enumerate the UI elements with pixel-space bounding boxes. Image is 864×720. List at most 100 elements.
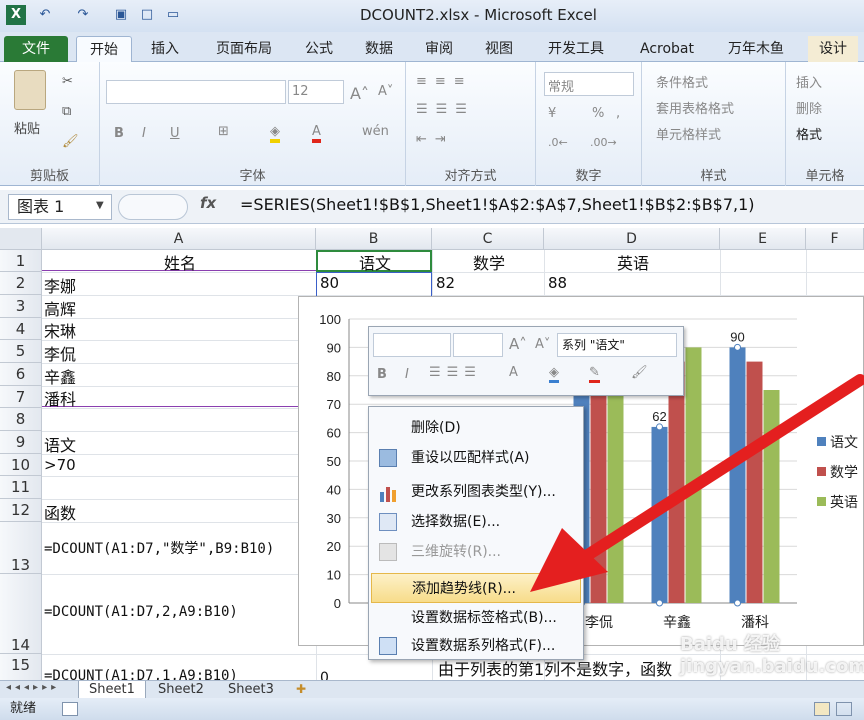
cell-a2[interactable]: 李娜 [42, 273, 76, 297]
format-as-table-button[interactable]: 套用表格格式 [656, 98, 734, 117]
insert-function-icon[interactable]: fx [200, 194, 216, 212]
column-header-f[interactable]: F [806, 228, 864, 250]
row-header[interactable]: 14 [0, 574, 42, 654]
mini-grow-font-icon[interactable]: A˄ [509, 335, 527, 353]
font-name-select[interactable] [106, 80, 286, 104]
cell-a13[interactable]: =DCOUNT(A1:D7,"数学",B9:B10) [42, 538, 274, 558]
tab-formulas[interactable]: 公式 [296, 36, 342, 62]
cell-a15[interactable]: =DCOUNT(A1:D7,1,A9:B10) [42, 668, 238, 680]
tab-page-layout[interactable]: 页面布局 [206, 36, 282, 62]
cell-d1[interactable]: 英语 [544, 250, 720, 274]
cell-d2[interactable]: 88 [546, 274, 567, 292]
column-header-a[interactable]: A [42, 228, 316, 250]
cell-a6[interactable]: 辛鑫 [42, 364, 76, 388]
column-header-b[interactable]: B [316, 228, 432, 250]
cell-a3[interactable]: 高辉 [42, 296, 76, 320]
comma-icon[interactable]: , [616, 106, 620, 121]
percent-icon[interactable]: % [592, 106, 604, 121]
copy-icon[interactable]: ⧉ [62, 104, 71, 119]
cell-b2[interactable]: 80 [318, 274, 339, 292]
cut-icon[interactable]: ✂ [62, 74, 73, 89]
tab-view[interactable]: 视图 [476, 36, 522, 62]
row-header[interactable]: 4 [0, 318, 42, 340]
mini-bold-icon[interactable]: B [377, 367, 387, 382]
underline-button[interactable]: U [170, 126, 180, 141]
cell-a4[interactable]: 宋琳 [42, 318, 76, 342]
cell-a1[interactable]: 姓名 [42, 250, 316, 274]
sheet-tab-1[interactable]: Sheet1 [78, 681, 146, 699]
cell-a14[interactable]: =DCOUNT(A1:D7,2,A9:B10) [42, 604, 238, 620]
fill-color-icon[interactable]: ◈ [270, 124, 280, 143]
row-header[interactable]: 6 [0, 363, 42, 386]
row-header[interactable]: 1 [0, 250, 42, 272]
row-header[interactable]: 10 [0, 454, 42, 476]
tab-home[interactable]: 开始 [76, 36, 132, 62]
grow-font-icon[interactable]: A˄ [350, 84, 369, 103]
cell-b15[interactable]: 0 [318, 670, 329, 680]
select-all-corner[interactable] [0, 228, 42, 250]
borders-icon[interactable]: ⊞ [218, 124, 229, 139]
row-header[interactable]: 2 [0, 272, 42, 295]
mini-font-size[interactable] [453, 333, 503, 357]
new-icon[interactable]: □ [138, 6, 156, 24]
sheet-nav-icons[interactable]: ◂◂◂▸▸▸ [6, 682, 60, 693]
mini-italic-icon[interactable]: I [405, 367, 409, 382]
format-cells-button[interactable]: 格式 [796, 124, 822, 143]
number-format-select[interactable]: 常规 [544, 72, 634, 96]
cell-styles-button[interactable]: 单元格样式 [656, 124, 721, 143]
row-header[interactable]: 11 [0, 476, 42, 499]
font-size-select[interactable]: 12 [288, 80, 344, 104]
shrink-font-icon[interactable]: A˅ [378, 84, 393, 99]
undo-icon[interactable]: ↶ [36, 6, 54, 24]
normal-view-icon[interactable] [814, 702, 830, 716]
row-header[interactable]: 12 [0, 499, 42, 522]
increase-decimal-icon[interactable]: .0← [548, 136, 568, 149]
horizontal-align-icons[interactable]: ☰☰☰ [416, 102, 475, 117]
font-color-icon[interactable]: A [312, 124, 321, 143]
tab-acrobat[interactable]: Acrobat [630, 36, 704, 62]
tab-file[interactable]: 文件 [4, 36, 68, 62]
sheet-tab-3[interactable]: Sheet3 [218, 681, 284, 699]
chevron-down-icon[interactable]: ▼ [96, 200, 104, 211]
format-painter-icon[interactable]: 🖌 [62, 134, 79, 149]
page-layout-view-icon[interactable] [836, 702, 852, 716]
vertical-align-icons[interactable]: ≡≡≡ [416, 74, 473, 89]
row-header[interactable]: 5 [0, 340, 42, 363]
mini-shrink-font-icon[interactable]: A˅ [535, 337, 550, 352]
column-header-c[interactable]: C [432, 228, 544, 250]
formula-bar-expander[interactable] [118, 194, 188, 220]
series-select[interactable]: 系列 "语文" [557, 333, 677, 357]
cell-a9[interactable]: 语文 [42, 432, 76, 456]
tab-review[interactable]: 审阅 [416, 36, 462, 62]
redo-icon[interactable]: ↷ [74, 6, 92, 24]
open-icon[interactable]: ▭ [164, 6, 182, 24]
cell-a5[interactable]: 李侃 [42, 341, 76, 365]
save-icon[interactable]: ▣ [112, 6, 130, 24]
paste-icon[interactable] [14, 70, 46, 110]
italic-button[interactable]: I [142, 126, 146, 141]
cell-a7[interactable]: 潘科 [42, 386, 76, 410]
mini-font-name[interactable] [373, 333, 451, 357]
delete-cells-button[interactable]: 删除 [796, 98, 822, 117]
tab-insert[interactable]: 插入 [140, 36, 190, 62]
tab-data[interactable]: 数据 [356, 36, 402, 62]
tab-design[interactable]: 设计 [808, 36, 858, 62]
macro-record-icon[interactable] [62, 702, 78, 716]
row-header[interactable]: 7 [0, 386, 42, 408]
cell-c1[interactable]: 数学 [432, 250, 544, 274]
insert-sheet-icon[interactable]: ✚ [296, 682, 306, 696]
cell-a10[interactable]: >70 [42, 456, 76, 474]
column-header-e[interactable]: E [720, 228, 806, 250]
row-header[interactable]: 3 [0, 295, 42, 318]
tab-wanhu[interactable]: 万年木鱼 [716, 36, 796, 62]
indent-icons[interactable]: ⇤⇥ [416, 132, 454, 147]
cell-a12[interactable]: 函数 [42, 500, 76, 524]
sheet-tab-2[interactable]: Sheet2 [148, 681, 214, 699]
tab-developer[interactable]: 开发工具 [536, 36, 616, 62]
currency-icon[interactable]: ¥ [548, 106, 556, 121]
insert-cells-button[interactable]: 插入 [796, 72, 822, 91]
cell-b1[interactable]: 语文 [316, 250, 432, 274]
cell-c2[interactable]: 82 [434, 274, 455, 292]
decrease-decimal-icon[interactable]: .00→ [590, 136, 617, 149]
row-header[interactable]: 15 [0, 654, 42, 680]
